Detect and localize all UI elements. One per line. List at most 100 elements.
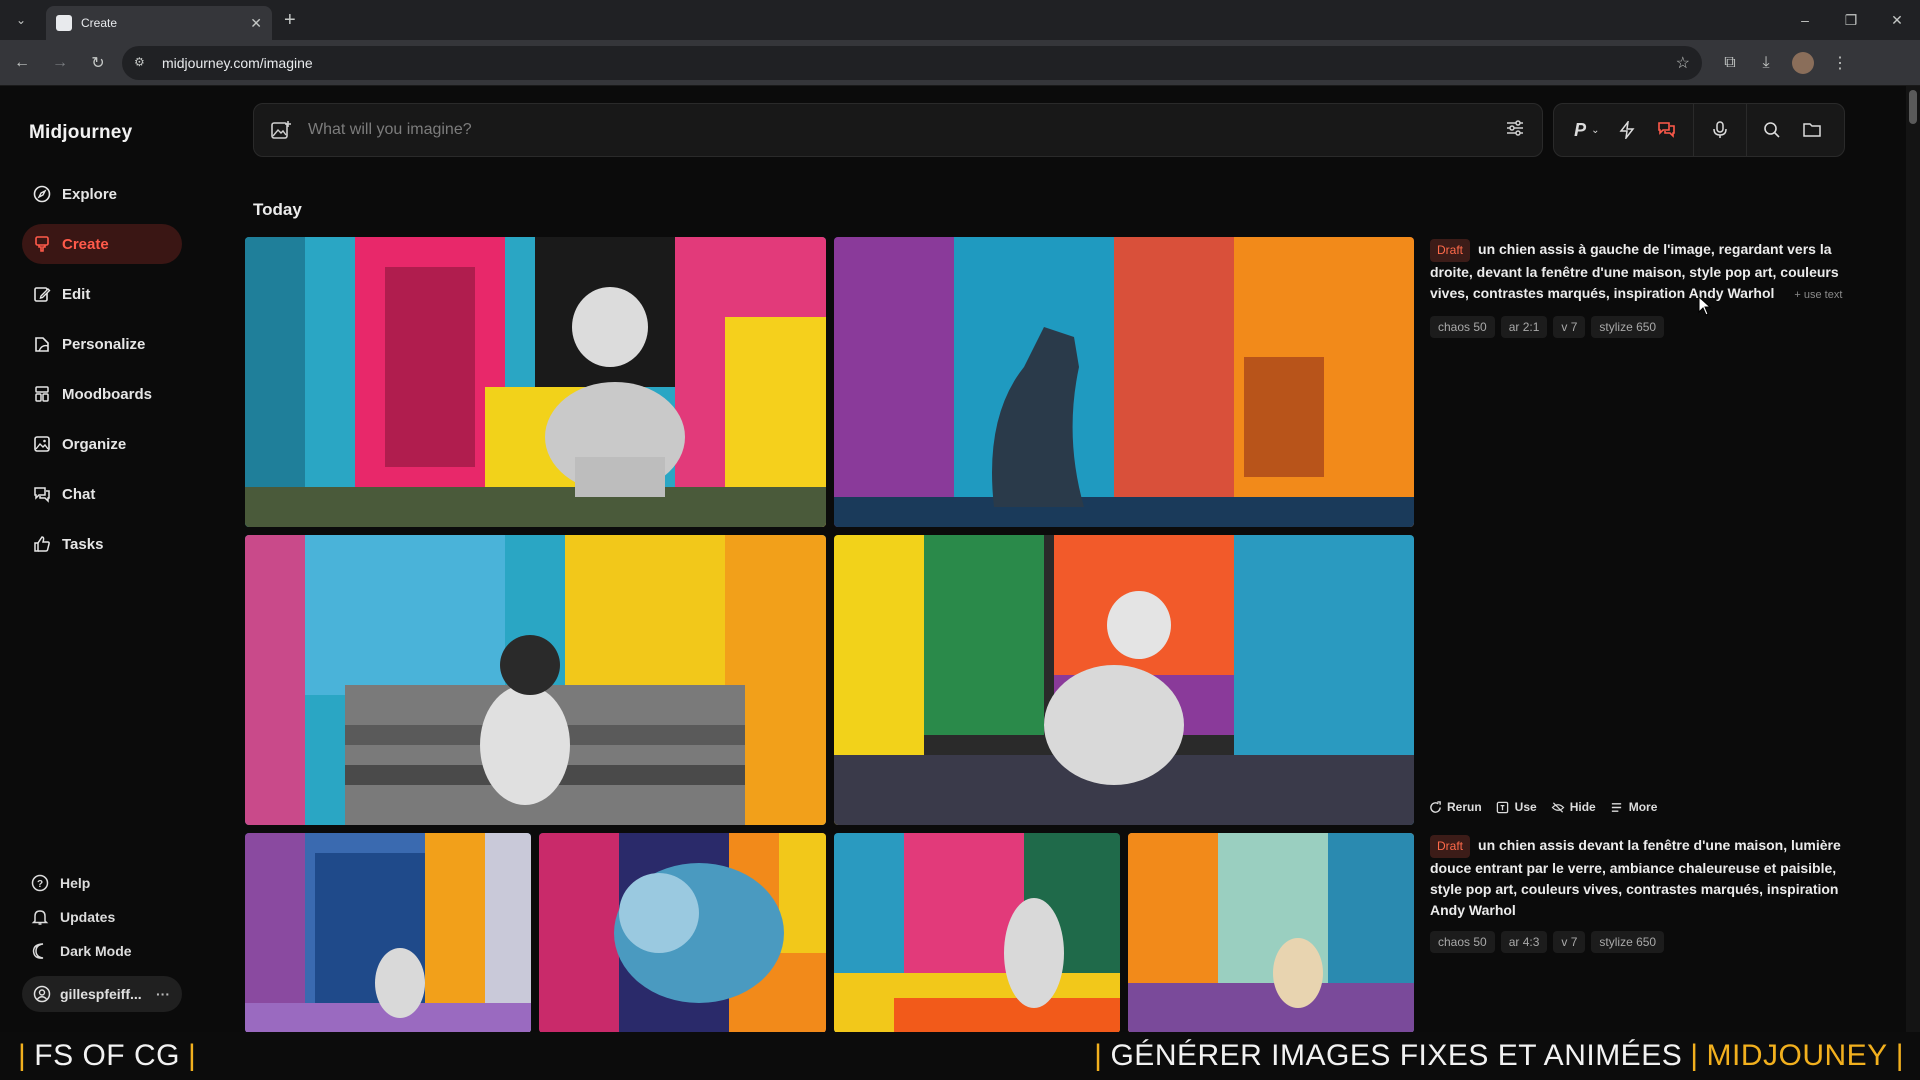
edit-icon bbox=[32, 284, 52, 304]
svg-text:?: ? bbox=[37, 879, 43, 890]
sidebar-item-create[interactable]: Create bbox=[22, 224, 182, 264]
rerun-label: Rerun bbox=[1447, 800, 1482, 814]
tab-search-icon[interactable]: ⌄ bbox=[6, 5, 36, 35]
scrollbar-thumb[interactable] bbox=[1909, 90, 1917, 124]
lightning-icon[interactable] bbox=[1608, 115, 1648, 145]
eye-off-icon bbox=[1551, 800, 1565, 814]
more-options-icon[interactable]: ··· bbox=[156, 986, 170, 1002]
settings-sliders-icon[interactable] bbox=[1504, 117, 1526, 144]
search-icon[interactable] bbox=[1753, 115, 1793, 145]
tab-close-icon[interactable]: ✕ bbox=[250, 15, 262, 32]
microphone-icon[interactable] bbox=[1700, 115, 1740, 145]
forward-icon[interactable]: → bbox=[44, 54, 76, 72]
param-row: chaos 50 ar 2:1 v 7 stylize 650 bbox=[1430, 316, 1850, 338]
new-tab-icon[interactable]: + bbox=[284, 9, 296, 32]
bookmark-star-icon[interactable]: ☆ bbox=[1676, 53, 1690, 73]
banner-left-text: FS OF CG bbox=[34, 1039, 180, 1072]
hide-label: Hide bbox=[1569, 800, 1596, 814]
extensions-icon[interactable]: ⧉ bbox=[1712, 54, 1748, 72]
banner-divider: | bbox=[1690, 1039, 1699, 1072]
chat-icon bbox=[32, 484, 52, 504]
more-button[interactable]: More bbox=[1610, 800, 1657, 814]
sidebar-bottom: ? Help Updates Dark Mode bbox=[22, 866, 182, 968]
username: gillespfeiff... bbox=[60, 986, 142, 1002]
banner-accent-text: MIDJOUNEY bbox=[1706, 1039, 1888, 1072]
video-banner: | FS OF CG | | GÉNÉRER IMAGES FIXES ET A… bbox=[0, 1032, 1920, 1080]
banner-left: | FS OF CG | bbox=[10, 1039, 204, 1073]
sidebar-item-chat[interactable]: Chat bbox=[22, 474, 182, 514]
param-chip[interactable]: ar 2:1 bbox=[1500, 316, 1548, 338]
back-icon[interactable]: ← bbox=[6, 54, 38, 72]
sidebar-item-edit[interactable]: Edit bbox=[22, 274, 182, 314]
draft-badge: Draft bbox=[1430, 835, 1471, 858]
moodboard-icon bbox=[32, 384, 52, 404]
generated-image[interactable] bbox=[834, 833, 1120, 1033]
reload-icon[interactable]: ↻ bbox=[82, 53, 114, 73]
restore-icon[interactable]: ❐ bbox=[1828, 0, 1874, 40]
param-chip[interactable]: chaos 50 bbox=[1430, 931, 1495, 953]
sidebar-item-organize[interactable]: Organize bbox=[22, 424, 182, 464]
menu-lines-icon bbox=[1610, 800, 1624, 814]
prompt-text-block[interactable]: Draft un chien assis à gauche de l'image,… bbox=[1430, 239, 1850, 306]
thumbs-up-icon bbox=[32, 534, 52, 554]
generated-image[interactable] bbox=[245, 237, 826, 527]
param-chip[interactable]: v 7 bbox=[1553, 316, 1586, 338]
logo[interactable]: Midjourney bbox=[29, 122, 132, 144]
hide-button[interactable]: Hide bbox=[1551, 800, 1596, 814]
profile-avatar[interactable] bbox=[1792, 51, 1814, 74]
chat-mode-icon[interactable] bbox=[1647, 115, 1687, 145]
generated-image[interactable] bbox=[245, 833, 531, 1033]
prompt-input[interactable] bbox=[308, 121, 1504, 139]
user-menu[interactable]: gillespfeiff... ··· bbox=[22, 976, 182, 1012]
generated-image[interactable] bbox=[1128, 833, 1414, 1033]
generated-image[interactable] bbox=[834, 237, 1414, 527]
param-chip[interactable]: v 7 bbox=[1553, 931, 1586, 953]
sidebar-item-label: Edit bbox=[62, 285, 91, 303]
param-chip[interactable]: ar 4:3 bbox=[1500, 931, 1548, 953]
scrollbar[interactable] bbox=[1906, 86, 1920, 1032]
use-icon bbox=[1496, 800, 1510, 814]
sidebar-item-help[interactable]: ? Help bbox=[22, 866, 182, 900]
url-field[interactable]: ⚙ midjourney.com/imagine ☆ bbox=[122, 45, 1702, 80]
prompt-text-block[interactable]: Draft un chien assis devant la fenêtre d'… bbox=[1430, 835, 1850, 921]
generated-image[interactable] bbox=[539, 833, 826, 1033]
param-chip[interactable]: stylize 650 bbox=[1591, 931, 1665, 953]
prompt-bar bbox=[253, 103, 1543, 157]
sidebar-item-label: Explore bbox=[62, 185, 118, 203]
site-info-icon[interactable]: ⚙ bbox=[134, 55, 150, 71]
close-window-icon[interactable]: ✕ bbox=[1874, 0, 1920, 40]
use-button[interactable]: Use bbox=[1496, 800, 1537, 814]
minimize-icon[interactable]: – bbox=[1782, 0, 1828, 40]
download-icon[interactable]: ⤓ bbox=[1748, 54, 1784, 72]
browser-tab[interactable]: Create ✕ bbox=[46, 6, 272, 40]
section-title: Today bbox=[253, 200, 302, 219]
generated-image[interactable] bbox=[245, 535, 826, 825]
sidebar-item-moodboards[interactable]: Moodboards bbox=[22, 374, 182, 414]
param-chip[interactable]: chaos 50 bbox=[1430, 316, 1495, 338]
sidebar-item-explore[interactable]: Explore bbox=[22, 174, 182, 214]
banner-divider: | bbox=[1094, 1039, 1103, 1072]
sidebar-item-dark-mode[interactable]: Dark Mode bbox=[22, 934, 182, 968]
use-text-link[interactable]: + use text bbox=[1794, 289, 1842, 301]
compass-icon bbox=[32, 184, 52, 204]
image-prompt-icon[interactable] bbox=[270, 119, 292, 141]
browser-menu-icon[interactable]: ⋮ bbox=[1822, 53, 1858, 73]
sidebar-item-label: Dark Mode bbox=[60, 943, 132, 959]
browser-tab-bar: ⌄ Create ✕ + – ❐ ✕ bbox=[0, 0, 1920, 40]
sidebar-item-tasks[interactable]: Tasks bbox=[22, 524, 182, 564]
prompt-text: un chien assis à gauche de l'image, rega… bbox=[1430, 241, 1839, 301]
card-actions: Rerun Use Hide More bbox=[1428, 800, 1671, 814]
sidebar-item-updates[interactable]: Updates bbox=[22, 900, 182, 934]
sidebar-nav: Explore Create Edit Personalize Moodboar… bbox=[22, 174, 182, 574]
generated-image[interactable] bbox=[834, 535, 1414, 825]
rerun-button[interactable]: Rerun bbox=[1428, 800, 1482, 814]
folder-icon[interactable] bbox=[1792, 115, 1832, 145]
sidebar-item-label: Create bbox=[62, 235, 109, 253]
param-chip[interactable]: stylize 650 bbox=[1591, 316, 1665, 338]
personalize-icon bbox=[32, 334, 52, 354]
personalize-toggle[interactable]: P ⌄ bbox=[1566, 115, 1608, 145]
sidebar-item-personalize[interactable]: Personalize bbox=[22, 324, 182, 364]
tab-title: Create bbox=[81, 16, 118, 30]
use-label: Use bbox=[1514, 800, 1537, 814]
banner-divider: | bbox=[1895, 1039, 1904, 1072]
